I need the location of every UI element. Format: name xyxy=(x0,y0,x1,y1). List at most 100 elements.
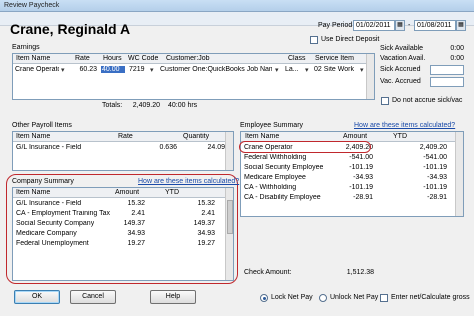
unlock-net-pay-radio[interactable] xyxy=(319,294,327,302)
cs-item-cell[interactable]: G/L Insurance - Field xyxy=(16,200,81,207)
dropdown-arrow-icon[interactable]: ▾ xyxy=(61,66,65,74)
earnings-header: Item Name Rate Hours WC Code Customer:Jo… xyxy=(13,54,374,64)
cs-item-cell[interactable]: CA - Employment Training Tax xyxy=(16,210,110,217)
cs-amount-cell[interactable]: 34.93 xyxy=(103,230,145,237)
window-title: Review Paycheck xyxy=(4,2,60,9)
col-item-name: Item Name xyxy=(16,189,51,196)
cs-item-cell[interactable]: Social Security Company xyxy=(16,220,94,227)
employee-summary-label: Employee Summary xyxy=(240,122,304,129)
earnings-rate-cell[interactable]: 60.23 xyxy=(69,66,97,73)
company-summary-row[interactable]: Medicare Company 34.93 34.93 xyxy=(13,229,233,239)
other-payroll-rate-cell[interactable]: 0.636 xyxy=(143,144,177,151)
cs-amount-cell[interactable]: 2.41 xyxy=(103,210,145,217)
employee-summary-row[interactable]: CA - Withholding -101.19 -101.19 xyxy=(241,183,463,193)
vacation-available-label: Vacation Avail. xyxy=(380,55,426,62)
es-item-cell[interactable]: CA - Withholding xyxy=(244,184,296,191)
other-payroll-quantity-cell[interactable]: 24.09 xyxy=(193,144,225,151)
es-ytd-cell: 2,409.20 xyxy=(419,144,447,151)
cs-ytd-cell: 15.32 xyxy=(197,200,215,207)
other-payroll-label: Other Payroll Items xyxy=(12,122,72,129)
direct-deposit-checkbox[interactable] xyxy=(310,36,318,44)
col-class: Class xyxy=(288,55,306,62)
cs-amount-cell[interactable]: 15.32 xyxy=(103,200,145,207)
es-item-cell[interactable]: CA - Disability Employee xyxy=(244,194,321,201)
earnings-total-amount: 2,409.20 xyxy=(132,102,160,109)
calendar-icon[interactable]: ▦ xyxy=(456,20,466,31)
es-amount-cell[interactable]: -101.19 xyxy=(331,184,373,191)
es-amount-cell[interactable]: -34.93 xyxy=(331,174,373,181)
company-summary-row[interactable]: G/L Insurance - Field 15.32 15.32 xyxy=(13,199,233,209)
cs-ytd-cell: 34.93 xyxy=(197,230,215,237)
earnings-total-hours: 40:00 hrs xyxy=(168,102,198,109)
pay-period-end-field[interactable]: 01/08/2011 xyxy=(414,20,456,31)
col-rate: Rate xyxy=(118,133,133,140)
scrollbar-thumb[interactable] xyxy=(227,200,233,234)
cs-item-cell[interactable]: Federal Unemployment xyxy=(16,240,89,247)
other-payroll-row[interactable]: G/L Insurance - Field 0.636 24.09 xyxy=(13,143,233,153)
vacation-available-value: 0:00 xyxy=(450,55,464,62)
employee-summary-row[interactable]: Federal Withholding -541.00 -541.00 xyxy=(241,153,463,163)
ok-button[interactable]: OK xyxy=(14,290,60,304)
earnings-class-cell[interactable]: La... xyxy=(285,66,303,73)
earnings-item-cell[interactable]: Crane Operator xyxy=(15,66,59,73)
es-item-cell[interactable]: Social Security Employee xyxy=(244,164,323,171)
employee-summary-row[interactable]: CA - Disability Employee -28.91 -28.91 xyxy=(241,193,463,203)
enter-net-label: Enter net/Calculate gross xyxy=(391,294,470,301)
col-customer-job: Customer:Job xyxy=(166,55,210,62)
cs-amount-cell[interactable]: 149.37 xyxy=(103,220,145,227)
earnings-row[interactable]: Crane Operator ▾ 60.23 40.00 7219 ▾ Cust… xyxy=(13,65,374,75)
es-ytd-cell: -28.91 xyxy=(427,194,447,201)
employee-summary-row[interactable]: Social Security Employee -101.19 -101.19 xyxy=(241,163,463,173)
company-summary-scrollbar[interactable] xyxy=(225,188,233,280)
other-payroll-scrollbar[interactable] xyxy=(225,132,233,170)
col-hours: Hours xyxy=(103,55,122,62)
dropdown-arrow-icon[interactable]: ▾ xyxy=(150,66,154,74)
help-button[interactable]: Help xyxy=(150,290,196,304)
pay-period-dash: - xyxy=(408,22,411,29)
company-summary-row[interactable]: Social Security Company 149.37 149.37 xyxy=(13,219,233,229)
col-item-name: Item Name xyxy=(245,133,280,140)
col-wc-code: WC Code xyxy=(128,55,159,62)
es-amount-cell[interactable]: -541.00 xyxy=(331,154,373,161)
dropdown-arrow-icon[interactable]: ▾ xyxy=(360,66,364,74)
es-item-cell[interactable]: Federal Withholding xyxy=(244,154,306,161)
es-amount-cell[interactable]: -101.19 xyxy=(331,164,373,171)
employee-summary-scrollbar[interactable] xyxy=(455,132,463,216)
check-amount-value: 1,512.38 xyxy=(346,269,374,276)
col-amount: Amount xyxy=(115,189,140,196)
earnings-customer-cell[interactable]: Customer One:QuickBooks Job Name xyxy=(160,66,272,73)
es-item-cell[interactable]: Medicare Employee xyxy=(244,174,306,181)
earnings-service-item-cell[interactable]: 02 Site Work xyxy=(314,66,358,73)
cs-amount-cell[interactable]: 19.27 xyxy=(103,240,145,247)
cs-ytd-cell: 19.27 xyxy=(197,240,215,247)
pay-period-start-field[interactable]: 01/02/2011 xyxy=(353,20,395,31)
col-quantity: Quantity xyxy=(183,133,210,140)
calendar-icon[interactable]: ▦ xyxy=(395,20,405,31)
dropdown-arrow-icon[interactable]: ▾ xyxy=(305,66,309,74)
no-accrue-checkbox[interactable] xyxy=(381,97,389,105)
es-amount-cell[interactable]: -28.91 xyxy=(331,194,373,201)
lock-net-pay-radio[interactable] xyxy=(260,294,268,302)
enter-net-checkbox[interactable] xyxy=(380,294,388,302)
earnings-wc-code-cell[interactable]: 7219 xyxy=(129,66,149,73)
other-payroll-item-cell[interactable]: G/L Insurance - Field xyxy=(16,144,81,151)
company-summary-help-link[interactable]: How are these items calculated? xyxy=(138,178,239,185)
employee-summary-help-link[interactable]: How are these items calculated? xyxy=(354,122,455,129)
employee-name: Crane, Reginald A xyxy=(10,21,131,37)
vac-accrued-field[interactable] xyxy=(430,77,464,87)
cs-item-cell[interactable]: Medicare Company xyxy=(16,230,77,237)
sick-accrued-field[interactable] xyxy=(430,65,464,75)
col-ytd: YTD xyxy=(393,133,407,140)
lock-net-pay-label: Lock Net Pay xyxy=(271,294,313,301)
col-service-item: Service Item xyxy=(315,55,354,62)
dropdown-arrow-icon[interactable]: ▾ xyxy=(275,66,279,74)
company-summary-header: Item Name Amount YTD xyxy=(13,188,233,198)
earnings-scrollbar[interactable] xyxy=(366,54,374,99)
company-summary-row[interactable]: Federal Unemployment 19.27 19.27 xyxy=(13,239,233,249)
company-summary-row[interactable]: CA - Employment Training Tax 2.41 2.41 xyxy=(13,209,233,219)
cancel-button[interactable]: Cancel xyxy=(70,290,116,304)
company-summary-table: Item Name Amount YTD G/L Insurance - Fie… xyxy=(12,187,234,281)
cs-ytd-cell: 2.41 xyxy=(201,210,215,217)
earnings-hours-cell[interactable]: 40.00 xyxy=(101,66,125,73)
employee-summary-row[interactable]: Medicare Employee -34.93 -34.93 xyxy=(241,173,463,183)
